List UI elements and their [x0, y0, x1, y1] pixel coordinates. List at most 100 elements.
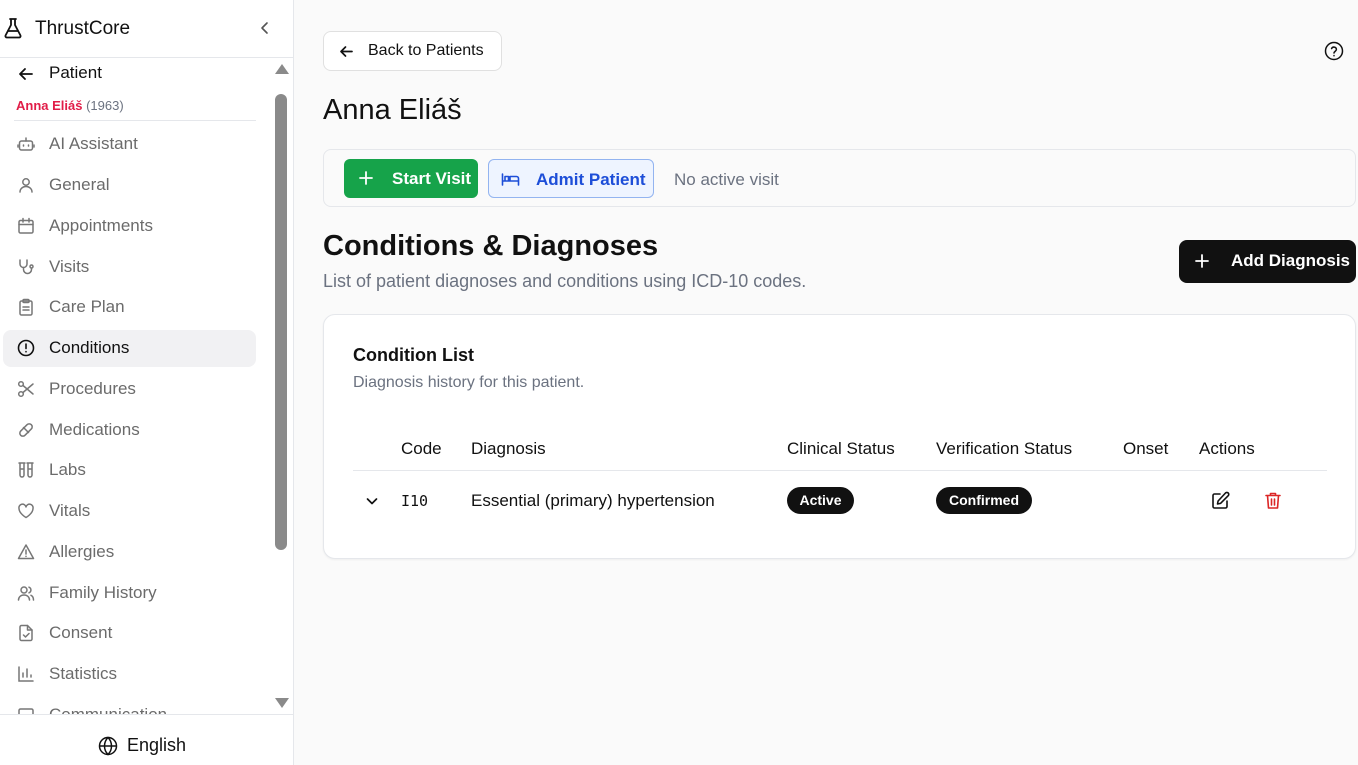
bed-icon: [501, 170, 520, 188]
start-visit-button[interactable]: Start Visit: [344, 159, 478, 198]
column-header-verification-status[interactable]: Verification Status: [936, 439, 1072, 459]
sidebar-item-label: Communication: [49, 705, 167, 714]
robot-icon: [17, 135, 35, 153]
trash-icon[interactable]: [1264, 491, 1282, 510]
patient-name[interactable]: Anna Eliáš: [16, 98, 82, 113]
sidebar-item-label: Visits: [49, 257, 90, 276]
sidebar-item-visits[interactable]: Visits: [3, 249, 256, 286]
users-icon: [17, 584, 35, 602]
sidebar-item-care-plan[interactable]: Care Plan: [3, 289, 256, 326]
bar-chart-icon: [17, 665, 35, 683]
sidebar-item-label: Medications: [49, 420, 140, 439]
plus-icon: [358, 170, 374, 186]
sidebar-item-label: General: [49, 175, 110, 194]
sidebar-item-label: Consent: [49, 623, 113, 642]
sidebar-item-label: Allergies: [49, 542, 115, 561]
heart-icon: [17, 502, 35, 520]
sidebar-item-appointments[interactable]: Appointments: [3, 208, 256, 245]
section-subtitle: List of patient diagnoses and conditions…: [323, 271, 807, 291]
sidebar: ThrustCore Patient Anna Eliáš (1963) AI …: [0, 0, 294, 765]
sidebar-item-label: Labs: [49, 460, 86, 479]
user-icon: [17, 176, 35, 194]
sidebar-item-label: AI Assistant: [49, 134, 138, 153]
app-name: ThrustCore: [35, 18, 131, 39]
visit-bar: Start Visit Admit Patient No active visi…: [323, 149, 1356, 207]
add-diagnosis-label: Add Diagnosis: [1231, 251, 1351, 270]
stethoscope-icon: [17, 258, 35, 276]
alert-circle-icon: [17, 339, 35, 357]
section-title: Conditions & Diagnoses: [323, 230, 659, 262]
column-header-actions: Actions: [1199, 439, 1255, 458]
back-button-label: Back to Patients: [368, 42, 484, 59]
sidebar-item-label: Statistics: [49, 664, 118, 683]
card-title: Condition List: [353, 345, 474, 365]
sidebar-item-allergies[interactable]: Allergies: [3, 534, 256, 571]
table-header-divider: [353, 470, 1327, 471]
admit-patient-label: Admit Patient: [536, 170, 646, 189]
condition-list-card: Condition List Diagnosis history for thi…: [323, 314, 1356, 559]
collapse-sidebar-icon[interactable]: [256, 19, 274, 37]
sidebar-item-labs[interactable]: Labs: [3, 452, 256, 489]
chevron-down-icon[interactable]: [364, 493, 380, 509]
patient-section-title: Patient: [49, 63, 102, 82]
patient-section-header: Patient: [0, 58, 256, 88]
cell-code: I10: [401, 492, 429, 510]
sidebar-nav: Patient Anna Eliáš (1963) AI Assistant G…: [0, 58, 270, 714]
language-label: English: [127, 735, 187, 755]
sidebar-item-label: Appointments: [49, 216, 153, 235]
sidebar-item-general[interactable]: General: [3, 167, 256, 204]
sidebar-item-ai-assistant[interactable]: AI Assistant: [3, 126, 256, 163]
column-header-clinical-status[interactable]: Clinical Status: [787, 439, 895, 459]
sidebar-item-vitals[interactable]: Vitals: [3, 493, 256, 530]
admit-patient-button[interactable]: Admit Patient: [488, 159, 654, 198]
clinical-status-badge: Active: [787, 487, 854, 514]
divider: [14, 120, 256, 121]
sidebar-item-label: Family History: [49, 583, 157, 602]
brand-header: ThrustCore: [0, 0, 293, 58]
sidebar-item-family-history[interactable]: Family History: [3, 575, 256, 612]
sidebar-item-label: Vitals: [49, 501, 91, 520]
scrollbar-thumb[interactable]: [275, 94, 287, 550]
scissors-icon: [17, 380, 35, 398]
sidebar-item-conditions[interactable]: Conditions: [3, 330, 256, 367]
arrow-left-icon: [338, 43, 355, 60]
arrow-left-icon[interactable]: [16, 64, 36, 84]
sidebar-scrollbar[interactable]: [272, 58, 290, 714]
sidebar-item-label: Conditions: [49, 338, 130, 357]
test-tubes-icon: [17, 461, 35, 479]
globe-icon: [98, 736, 118, 756]
sidebar-item-label: Procedures: [49, 379, 136, 398]
language-selector[interactable]: English: [0, 714, 293, 765]
add-diagnosis-button[interactable]: Add Diagnosis: [1179, 240, 1356, 283]
start-visit-label: Start Visit: [392, 169, 472, 188]
sidebar-item-communication[interactable]: Communication: [3, 697, 256, 714]
visit-status-text: No active visit: [674, 170, 779, 189]
column-header-code[interactable]: Code: [401, 439, 442, 459]
back-to-patients-button[interactable]: Back to Patients: [323, 31, 502, 71]
message-icon: [17, 706, 35, 714]
pill-icon: [17, 421, 35, 439]
scroll-down-arrow-icon[interactable]: [275, 698, 289, 708]
column-header-diagnosis[interactable]: Diagnosis: [471, 439, 546, 459]
patient-birth-year: (1963): [86, 98, 124, 113]
cell-diagnosis: Essential (primary) hypertension: [471, 491, 715, 510]
warning-triangle-icon: [17, 543, 35, 561]
sidebar-item-procedures[interactable]: Procedures: [3, 371, 256, 408]
sidebar-item-medications[interactable]: Medications: [3, 412, 256, 449]
sidebar-item-statistics[interactable]: Statistics: [3, 656, 256, 693]
clipboard-icon: [17, 298, 35, 316]
edit-icon[interactable]: [1211, 491, 1230, 510]
card-subtitle: Diagnosis history for this patient.: [353, 374, 585, 391]
sidebar-item-consent[interactable]: Consent: [3, 615, 256, 652]
scroll-up-arrow-icon[interactable]: [275, 64, 289, 74]
calendar-icon: [17, 217, 35, 235]
patient-identity: Anna Eliáš (1963): [16, 98, 124, 113]
verification-status-badge: Confirmed: [936, 487, 1032, 514]
plus-icon: [1194, 253, 1210, 269]
column-header-onset[interactable]: Onset: [1123, 439, 1168, 459]
page-title: Anna Eliáš: [323, 94, 462, 126]
file-check-icon: [17, 624, 35, 642]
flask-icon: [3, 17, 23, 39]
help-icon[interactable]: [1324, 41, 1344, 61]
sidebar-item-label: Care Plan: [49, 297, 125, 316]
